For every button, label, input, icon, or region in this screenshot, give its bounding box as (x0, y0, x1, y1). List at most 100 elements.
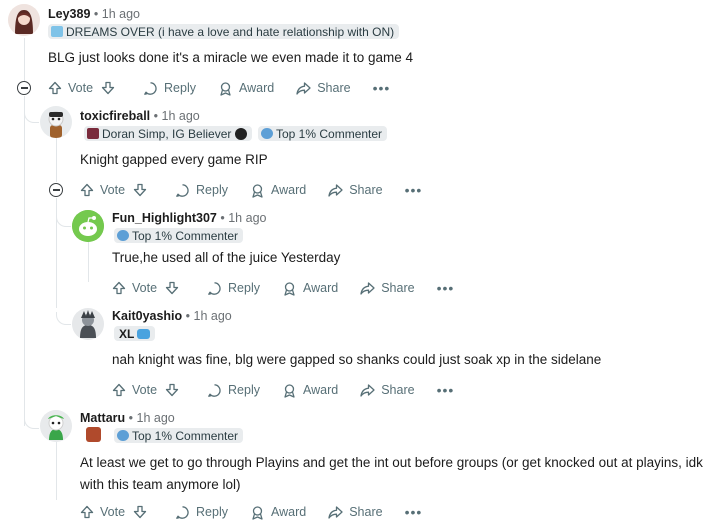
thread-elbow (24, 416, 39, 429)
team-logo-icon (235, 127, 248, 140)
share-icon (328, 183, 343, 197)
award-icon (220, 81, 231, 96)
thread-line[interactable] (56, 138, 57, 182)
downvote-icon[interactable] (101, 81, 115, 95)
share-button[interactable]: Share (328, 183, 383, 198)
share-label: Share (381, 281, 415, 295)
upvote-icon[interactable] (112, 383, 126, 397)
vote-label: Vote (68, 81, 94, 95)
vote-control: Vote (112, 281, 185, 295)
avatar[interactable] (40, 410, 72, 442)
reply-icon (208, 383, 221, 397)
vote-control: Vote (112, 383, 185, 397)
comment-author[interactable]: Fun_Highlight307 • 1h ago (112, 211, 266, 225)
share-button[interactable]: Share (328, 505, 383, 520)
badge-text: Top 1% Commenter (132, 428, 239, 443)
vote-control: Vote (80, 183, 153, 197)
flair-icon (51, 26, 63, 37)
collapse-button[interactable] (17, 81, 31, 95)
share-label: Share (349, 183, 383, 197)
avatar[interactable] (72, 308, 104, 340)
downvote-icon[interactable] (133, 183, 147, 197)
more-options-icon[interactable]: ••• (437, 382, 455, 398)
user-flair: XL (114, 326, 156, 341)
separator: • (220, 211, 225, 225)
avatar[interactable] (72, 210, 104, 242)
upvote-icon[interactable] (48, 81, 62, 95)
comment-author[interactable]: Mattaru • 1h ago (80, 411, 175, 425)
downvote-icon[interactable] (133, 505, 147, 519)
downvote-icon[interactable] (165, 281, 179, 295)
more-options-icon[interactable]: ••• (405, 182, 423, 198)
share-icon (296, 81, 311, 95)
upvote-icon[interactable] (112, 281, 126, 295)
top-commenter-badge[interactable]: Top 1% Commenter (258, 126, 388, 141)
reply-button[interactable]: Reply (143, 81, 196, 96)
share-icon (328, 505, 343, 519)
share-button[interactable]: Share (296, 81, 351, 96)
timestamp[interactable]: 1h ago (102, 7, 140, 21)
username[interactable]: Kait0yashio (112, 309, 182, 323)
award-button[interactable]: Award (218, 81, 274, 96)
timestamp[interactable]: 1h ago (228, 211, 266, 225)
top-commenter-badge[interactable]: Top 1% Commenter (114, 428, 244, 443)
more-options-icon[interactable]: ••• (437, 280, 455, 296)
username[interactable]: Fun_Highlight307 (112, 211, 217, 225)
avatar[interactable] (40, 106, 72, 138)
username[interactable]: Ley389 (48, 7, 90, 21)
comment-body: nah knight was fine, blg were gapped so … (112, 352, 602, 367)
award-button[interactable]: Award (250, 183, 306, 198)
vote-label: Vote (100, 505, 126, 519)
badge-text: Top 1% Commenter (276, 126, 383, 141)
thread-line[interactable] (56, 440, 57, 500)
upvote-icon[interactable] (80, 183, 94, 197)
more-options-icon[interactable]: ••• (405, 504, 423, 520)
thread-line[interactable] (24, 96, 25, 426)
thread-elbow (24, 110, 39, 123)
share-button[interactable]: Share (360, 281, 415, 296)
reply-label: Reply (196, 183, 228, 197)
award-icon (284, 281, 295, 296)
reply-button[interactable]: Reply (207, 281, 260, 296)
flair-emoji-icon (86, 427, 101, 442)
comment-author[interactable]: Ley389 • 1h ago (48, 7, 140, 21)
thread-line[interactable] (88, 242, 89, 282)
flair-text: DREAMS OVER (i have a love and hate rela… (66, 24, 395, 39)
award-button[interactable]: Award (282, 383, 338, 398)
award-button[interactable]: Award (250, 505, 306, 520)
timestamp[interactable]: 1h ago (137, 411, 175, 425)
reply-button[interactable]: Reply (175, 505, 228, 520)
reply-icon (176, 183, 189, 197)
reply-button[interactable]: Reply (175, 183, 228, 198)
upvote-icon[interactable] (80, 505, 94, 519)
downvote-icon[interactable] (165, 383, 179, 397)
share-label: Share (317, 81, 351, 95)
username[interactable]: Mattaru (80, 411, 125, 425)
timestamp[interactable]: 1h ago (194, 309, 232, 323)
award-icon (252, 183, 263, 198)
vote-control: Vote (48, 81, 121, 95)
more-options-icon[interactable]: ••• (373, 80, 391, 96)
comment-author[interactable]: Kait0yashio • 1h ago (112, 309, 232, 323)
comment-body: True,he used all of the juice Yesterday (112, 250, 341, 265)
timestamp[interactable]: 1h ago (162, 109, 200, 123)
user-flair: DREAMS OVER (i have a love and hate rela… (48, 24, 400, 39)
separator: • (128, 411, 134, 425)
reply-button[interactable]: Reply (207, 383, 260, 398)
reply-icon (208, 281, 221, 295)
award-label: Award (271, 505, 307, 519)
flair-icon (87, 128, 99, 139)
vote-label: Vote (100, 183, 126, 197)
separator: • (153, 109, 159, 123)
comment-author[interactable]: toxicfireball • 1h ago (80, 109, 200, 123)
top-commenter-badge[interactable]: Top 1% Commenter (114, 228, 244, 243)
badge-icon (117, 430, 129, 441)
comment-actions: Vote Reply Award Share ••• (80, 502, 422, 522)
collapse-button[interactable] (49, 183, 63, 197)
flair-text: Doran Simp, IG Believer (102, 126, 232, 141)
share-label: Share (381, 383, 415, 397)
share-button[interactable]: Share (360, 383, 415, 398)
avatar[interactable] (8, 4, 40, 36)
username[interactable]: toxicfireball (80, 109, 150, 123)
award-button[interactable]: Award (282, 281, 338, 296)
